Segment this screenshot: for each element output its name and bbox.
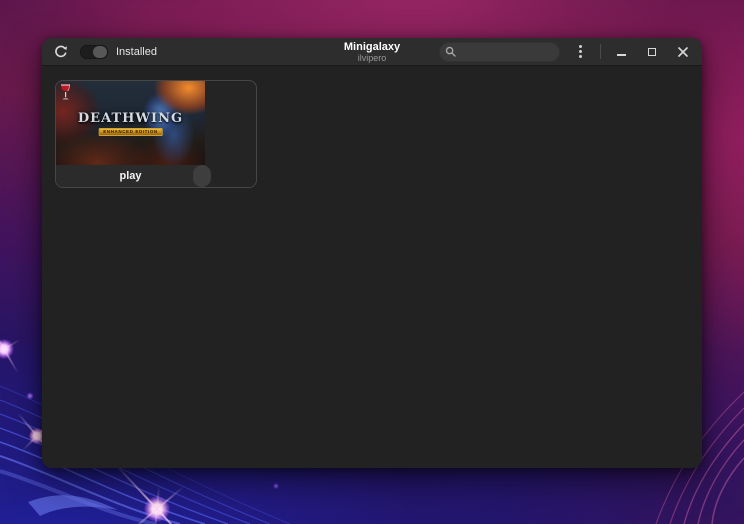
window-title: Minigalaxy (343, 40, 401, 53)
header-separator (600, 44, 601, 59)
installed-toggle[interactable] (80, 44, 108, 59)
menu-button[interactable] (569, 41, 591, 63)
search-input[interactable] (460, 46, 554, 57)
refresh-icon (55, 45, 67, 57)
headerbar: Installed Minigalaxy ilvipero (42, 38, 702, 66)
search-box[interactable] (439, 41, 560, 62)
minimize-button[interactable] (610, 41, 632, 63)
window-subtitle: ilvipero (357, 52, 387, 63)
close-button[interactable] (672, 41, 694, 63)
close-icon (678, 46, 688, 57)
play-button[interactable]: play (56, 165, 211, 187)
game-cover-title: DEATHWING (77, 111, 184, 126)
game-cover-edition: ENHANCED EDITION (98, 128, 163, 136)
header-right-controls (439, 41, 694, 63)
maximize-icon (648, 47, 656, 56)
search-icon (445, 46, 456, 57)
maximize-button[interactable] (641, 41, 663, 63)
minigalaxy-window: Installed Minigalaxy ilvipero DEATHWING … (42, 38, 702, 468)
refresh-button[interactable] (50, 41, 72, 63)
wine-icon (59, 84, 72, 101)
minimize-icon (616, 53, 626, 56)
installed-label: Installed (116, 45, 157, 58)
library-content: DEATHWING ENHANCED EDITION play (42, 66, 702, 467)
toggle-knob (93, 45, 107, 58)
game-cover-art[interactable]: DEATHWING ENHANCED EDITION (56, 81, 205, 166)
game-card[interactable]: DEATHWING ENHANCED EDITION play (55, 80, 257, 188)
play-label: play (119, 170, 142, 182)
kebab-menu-icon (578, 45, 582, 58)
play-bar-cap (193, 165, 211, 187)
